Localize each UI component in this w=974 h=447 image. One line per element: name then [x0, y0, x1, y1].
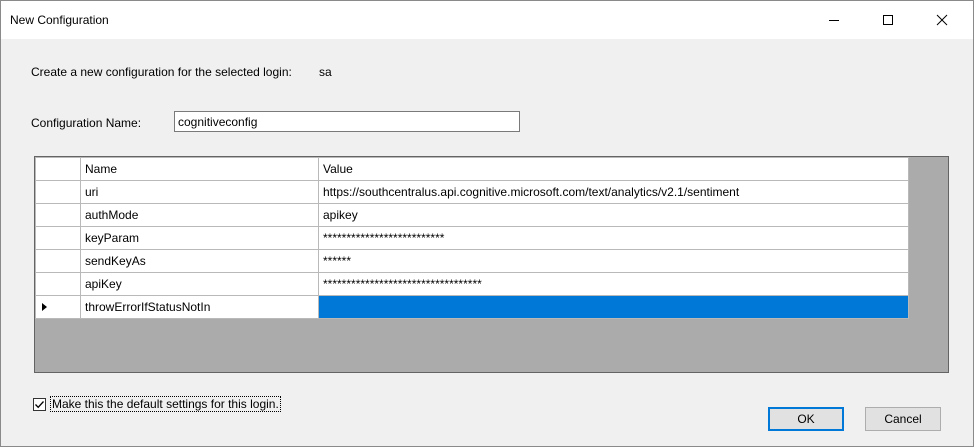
checkmark-icon	[35, 400, 44, 408]
dialog-window: New Configuration Create a new configura…	[0, 0, 974, 447]
cell-name[interactable]: authMode	[80, 203, 319, 227]
table-row[interactable]: uri https://southcentralus.api.cognitive…	[35, 180, 909, 204]
header-row: Name Value	[35, 157, 909, 181]
maximize-button[interactable]	[865, 1, 911, 39]
table-row[interactable]: keyParam **************************	[35, 226, 909, 250]
minimize-icon	[829, 20, 839, 21]
table-row-selected[interactable]: throwErrorIfStatusNotIn	[35, 295, 909, 319]
close-button[interactable]	[919, 1, 965, 39]
ok-button[interactable]: OK	[768, 407, 844, 431]
cell-value[interactable]: **************************	[318, 226, 909, 250]
cell-value[interactable]: ******	[318, 249, 909, 273]
cell-value[interactable]: https://southcentralus.api.cognitive.mic…	[318, 180, 909, 204]
prompt-text: Create a new configuration for the selec…	[31, 65, 292, 79]
row-header[interactable]	[35, 203, 81, 227]
config-name-label: Configuration Name:	[31, 116, 142, 130]
cell-name[interactable]: apiKey	[80, 272, 319, 296]
row-header[interactable]	[35, 180, 81, 204]
cell-value-selected[interactable]	[318, 295, 909, 319]
row-header[interactable]	[35, 272, 81, 296]
settings-grid[interactable]: Name Value uri https://southcentralus.ap…	[34, 156, 949, 373]
cell-name[interactable]: throwErrorIfStatusNotIn	[80, 295, 319, 319]
minimize-button[interactable]	[811, 1, 857, 39]
cell-name[interactable]: keyParam	[80, 226, 319, 250]
default-settings-label[interactable]: Make this the default settings for this …	[50, 396, 281, 412]
maximize-icon	[883, 15, 893, 25]
title-bar: New Configuration	[1, 1, 973, 39]
window-title: New Configuration	[10, 13, 109, 27]
cell-value[interactable]: **********************************	[318, 272, 909, 296]
row-header[interactable]	[35, 249, 81, 273]
cancel-button[interactable]: Cancel	[865, 407, 941, 431]
cell-name[interactable]: sendKeyAs	[80, 249, 319, 273]
row-header-current[interactable]	[35, 295, 81, 319]
table-row[interactable]: sendKeyAs ******	[35, 249, 909, 273]
column-header-value[interactable]: Value	[318, 157, 909, 181]
close-icon	[936, 14, 948, 26]
cell-value[interactable]: apikey	[318, 203, 909, 227]
config-name-input[interactable]	[174, 111, 520, 132]
row-header[interactable]	[35, 226, 81, 250]
default-settings-checkbox[interactable]	[33, 397, 46, 411]
corner-header[interactable]	[35, 157, 81, 181]
settings-table: Name Value uri https://southcentralus.ap…	[35, 157, 909, 319]
login-name: sa	[319, 65, 332, 79]
cell-name[interactable]: uri	[80, 180, 319, 204]
table-row[interactable]: apiKey *********************************…	[35, 272, 909, 296]
current-row-arrow-icon	[42, 303, 47, 311]
column-header-name[interactable]: Name	[80, 157, 319, 181]
table-row[interactable]: authMode apikey	[35, 203, 909, 227]
default-settings-checkbox-group[interactable]: Make this the default settings for this …	[33, 396, 281, 412]
